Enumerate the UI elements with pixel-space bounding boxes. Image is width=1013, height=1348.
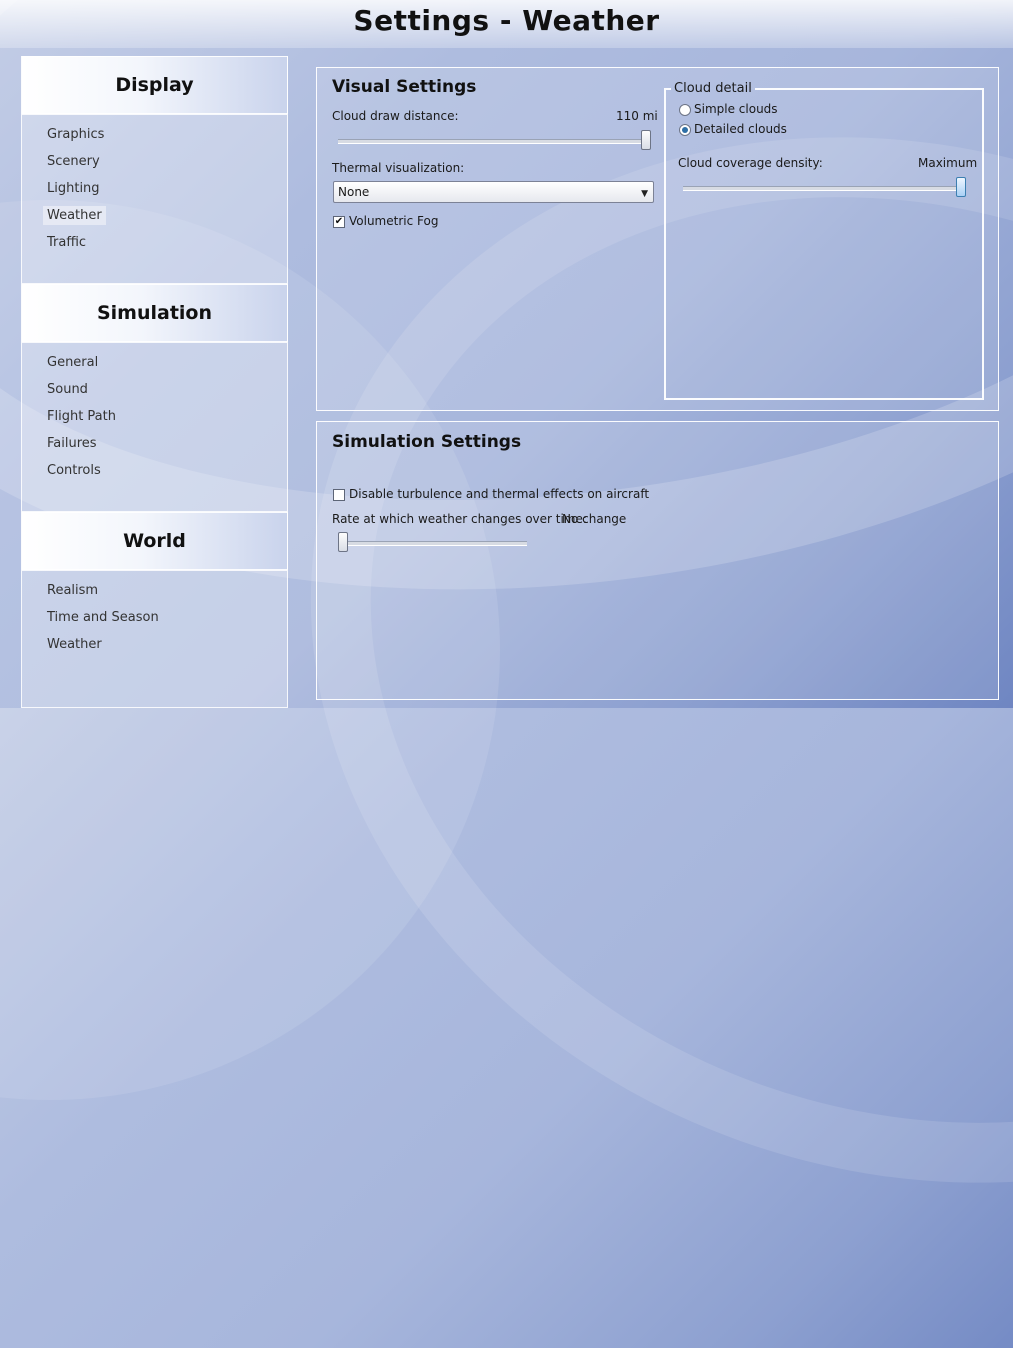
detailed-clouds-label: Detailed clouds (694, 122, 787, 136)
cloud-coverage-density-label: Cloud coverage density: (678, 156, 823, 170)
nav-item-world-weather[interactable]: Weather (22, 631, 287, 658)
visual-settings-title: Visual Settings (332, 77, 477, 97)
nav-header-world[interactable]: World (21, 512, 288, 570)
nav-item-traffic[interactable]: Traffic (22, 229, 287, 256)
cloud-draw-distance-slider-thumb[interactable] (641, 130, 651, 150)
cloud-draw-distance-label: Cloud draw distance: (332, 109, 459, 123)
nav-header-display[interactable]: Display (21, 56, 288, 114)
nav-item-general[interactable]: General (22, 349, 287, 376)
weather-change-rate-value: No change (562, 512, 627, 526)
chevron-down-icon: ▼ (641, 189, 648, 199)
nav-item-flight-path[interactable]: Flight Path (22, 403, 287, 430)
nav-item-scenery[interactable]: Scenery (22, 148, 287, 175)
settings-nav: Display Graphics Scenery Lighting Weathe… (21, 56, 288, 708)
thermal-visualization-label: Thermal visualization: (332, 161, 465, 175)
cloud-coverage-density-slider-thumb[interactable] (956, 177, 966, 197)
cloud-draw-distance-track[interactable] (338, 139, 651, 144)
thermal-visualization-dropdown[interactable]: None ▼ (333, 181, 654, 203)
disable-turbulence-label: Disable turbulence and thermal effects o… (349, 487, 650, 501)
nav-section-world: Realism Time and Season Weather (21, 570, 288, 708)
simple-clouds-radio[interactable] (679, 104, 691, 116)
nav-item-failures[interactable]: Failures (22, 430, 287, 457)
nav-item-realism[interactable]: Realism (22, 577, 287, 604)
simple-clouds-label: Simple clouds (694, 102, 778, 116)
nav-item-graphics[interactable]: Graphics (22, 121, 287, 148)
nav-item-controls[interactable]: Controls (22, 457, 287, 484)
radio-selected-dot (682, 127, 688, 133)
nav-item-weather-active[interactable]: Weather (22, 202, 287, 229)
checkmark-icon: ✔ (334, 216, 344, 227)
simulation-settings-title: Simulation Settings (332, 432, 522, 452)
weather-change-rate-label: Rate at which weather changes over time: (332, 512, 587, 526)
cloud-coverage-density-value: Maximum (918, 156, 978, 170)
cloud-coverage-density-track[interactable] (683, 186, 966, 191)
nav-item-lighting[interactable]: Lighting (22, 175, 287, 202)
disable-turbulence-checkbox[interactable] (333, 489, 345, 501)
nav-section-display: Graphics Scenery Lighting Weather Traffi… (21, 114, 288, 284)
thermal-visualization-value: None (338, 185, 370, 199)
nav-header-simulation[interactable]: Simulation (21, 284, 288, 342)
weather-change-rate-slider-thumb[interactable] (338, 532, 348, 552)
cloud-detail-group: Cloud detail Simple clouds Detailed clou… (664, 81, 984, 400)
page-title: Settings - Weather (353, 4, 660, 37)
simulation-settings-panel: Simulation Settings Disable turbulence a… (316, 421, 999, 700)
detailed-clouds-radio[interactable] (679, 124, 691, 136)
nav-item-sound[interactable]: Sound (22, 376, 287, 403)
volumetric-fog-label: Volumetric Fog (349, 214, 439, 228)
nav-item-time-and-season[interactable]: Time and Season (22, 604, 287, 631)
nav-section-simulation: General Sound Flight Path Failures Contr… (21, 342, 288, 512)
weather-change-rate-track[interactable] (338, 541, 527, 546)
cloud-draw-distance-value: 110 mi (616, 109, 658, 123)
volumetric-fog-checkbox[interactable]: ✔ (333, 216, 345, 228)
cloud-detail-legend: Cloud detail (671, 81, 755, 96)
visual-settings-panel: Visual Settings Cloud draw distance: 110… (316, 67, 999, 411)
